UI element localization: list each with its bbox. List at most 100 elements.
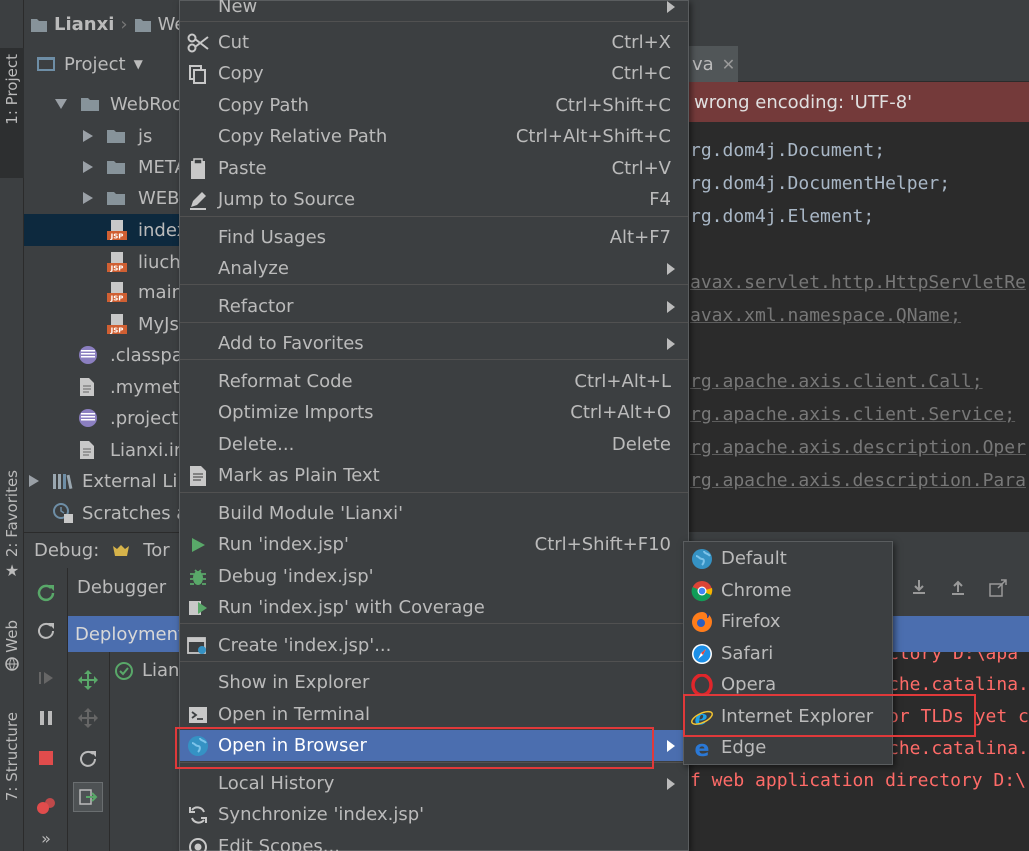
resume-icon[interactable] <box>32 664 60 692</box>
code-line: rg.apache.axis.client.Call; <box>690 371 983 392</box>
menu-item-reformat-code[interactable]: Reformat Code Ctrl+Alt+L <box>180 366 688 397</box>
menu-item-open-in-browser[interactable]: Open in Browser <box>180 730 688 761</box>
tree-item-jsp[interactable]: JSP main <box>24 276 184 308</box>
browser-item-safari[interactable]: Safari <box>684 638 892 669</box>
menu-item-run-index-jsp[interactable]: Run 'index.jsp' Ctrl+Shift+F10 <box>180 529 688 560</box>
project-tool-tab[interactable]: 1: Project <box>0 48 24 178</box>
structure-tool-tab[interactable]: 7: Structure <box>0 712 24 842</box>
project-view-selector[interactable]: Project ▼ <box>36 54 143 75</box>
tree-item-jsp[interactable]: JSP MyJs <box>24 308 184 340</box>
menu-item-label: New <box>218 0 258 17</box>
debugger-tab[interactable]: Debugger <box>68 568 184 606</box>
tree-item-label: WebRoo <box>110 93 183 115</box>
deployment-header[interactable]: Deployment <box>68 616 185 652</box>
browser-item-label: Default <box>721 548 787 569</box>
expand-arrow-right-icon[interactable] <box>28 474 40 488</box>
tree-item-eclipse[interactable]: .project <box>24 402 184 434</box>
scroll-to-end-icon[interactable] <box>910 578 928 596</box>
expand-arrow-right-icon[interactable] <box>82 160 94 174</box>
folder-icon <box>30 17 48 33</box>
menu-separator <box>180 661 688 662</box>
browser-item-chrome[interactable]: Chrome <box>684 575 892 606</box>
run-config-label[interactable]: Tor <box>143 540 169 561</box>
menu-item-create-index-jsp[interactable]: Create 'index.jsp'... <box>180 630 688 661</box>
menu-item-debug-index-jsp[interactable]: Debug 'index.jsp' <box>180 561 688 592</box>
jsp-file-icon: JSP <box>106 313 128 335</box>
menu-item-analyze[interactable]: Analyze <box>180 253 688 284</box>
debug-label: Debug: <box>34 540 100 561</box>
deploy-action-icon[interactable] <box>73 782 103 812</box>
menu-item-copy[interactable]: Copy Ctrl+C <box>180 58 688 89</box>
upload-icon[interactable] <box>949 578 967 596</box>
menu-item-find-usages[interactable]: Find Usages Alt+F7 <box>180 222 688 253</box>
close-icon[interactable]: ✕ <box>722 55 735 74</box>
context-menu: New Cut Ctrl+X Copy Ctrl+C Copy Path Ctrl+Shif… <box>179 0 689 851</box>
editor-tab-java[interactable]: va ✕ <box>688 46 738 82</box>
folder-icon <box>106 159 126 175</box>
menu-item-run-index-jsp-with-coverage[interactable]: Run 'index.jsp' with Coverage <box>180 592 688 623</box>
tree-item-eclipse[interactable]: .classpat <box>24 339 184 371</box>
tree-item-jsp[interactable]: JSP liuch <box>24 246 184 278</box>
folder-icon <box>80 96 100 112</box>
refresh-icon[interactable] <box>32 616 60 644</box>
create-config-icon <box>186 634 210 658</box>
debug-tool-bar: Debug: Tor <box>24 532 184 568</box>
expand-arrow-right-icon[interactable] <box>82 191 94 205</box>
browser-item-default[interactable]: Default <box>684 543 892 574</box>
redeploy-icon[interactable] <box>74 744 102 772</box>
library-icon <box>52 472 74 490</box>
pause-icon[interactable] <box>32 704 60 732</box>
tree-item-jsp[interactable]: JSP index <box>24 214 184 246</box>
browser-item-opera[interactable]: Opera <box>684 669 892 700</box>
menu-item-delete[interactable]: Delete... Delete <box>180 429 688 460</box>
menu-item-mark-as-plain-text[interactable]: Mark as Plain Text <box>180 460 688 491</box>
menu-item-synchronize-index-jsp[interactable]: Synchronize 'index.jsp' <box>180 799 688 830</box>
menu-item-shortcut: Ctrl+Shift+F10 <box>534 534 671 555</box>
breakpoints-icon[interactable] <box>32 792 60 820</box>
web-tool-tab[interactable]: Web <box>0 620 24 690</box>
menu-item-build-module-lianxi[interactable]: Build Module 'Lianxi' <box>180 498 688 529</box>
breadcrumb-project[interactable]: Lianxi <box>30 14 114 35</box>
tree-item-file[interactable]: Lianxi.im <box>24 434 184 466</box>
menu-item-show-in-explorer[interactable]: Show in Explorer <box>180 667 688 698</box>
menu-item-local-history[interactable]: Local History <box>180 768 688 799</box>
browser-item-edge[interactable]: e Edge <box>684 732 892 763</box>
deployment-toolbar <box>68 652 110 851</box>
menu-item-copy-relative-path[interactable]: Copy Relative Path Ctrl+Alt+Shift+C <box>180 121 688 152</box>
deploy-move-icon[interactable] <box>74 666 102 694</box>
rerun-icon[interactable] <box>32 578 60 606</box>
expand-arrow-right-icon[interactable] <box>82 129 94 143</box>
code-line: avax.servlet.http.HttpServletRe <box>690 272 1026 293</box>
tree-item-folder[interactable]: META <box>24 151 184 183</box>
tree-item-folder[interactable]: WEB- <box>24 182 184 214</box>
menu-item-optimize-imports[interactable]: Optimize Imports Ctrl+Alt+O <box>180 397 688 428</box>
more-tools-icon[interactable]: » <box>32 824 60 851</box>
favorites-tool-tab[interactable]: 2: Favorites ★ <box>0 470 24 600</box>
menu-item-cut[interactable]: Cut Ctrl+X <box>180 27 688 58</box>
submenu-arrow-icon <box>666 777 676 791</box>
menu-item-jump-to-source[interactable]: Jump to Source F4 <box>180 184 688 215</box>
menu-item-paste[interactable]: Paste Ctrl+V <box>180 153 688 184</box>
undeploy-icon[interactable] <box>74 704 102 732</box>
menu-item-edit-scopes[interactable]: Edit Scopes... <box>180 831 688 851</box>
menu-item-open-in-terminal[interactable]: Open in Terminal <box>180 699 688 730</box>
menu-item-new[interactable]: New <box>180 0 688 22</box>
code-editor[interactable]: rg.dom4j.Document; rg.dom4j.DocumentHelpe… <box>688 122 1029 532</box>
browser-item-firefox[interactable]: Firefox <box>684 606 892 637</box>
export-icon[interactable] <box>988 578 1008 598</box>
expand-arrow-down-icon[interactable] <box>54 98 68 110</box>
menu-item-copy-path[interactable]: Copy Path Ctrl+Shift+C <box>180 90 688 121</box>
menu-item-shortcut: F4 <box>649 189 671 210</box>
menu-item-add-to-favorites[interactable]: Add to Favorites <box>180 328 688 359</box>
tree-item-scratch[interactable]: Scratches a <box>24 497 184 529</box>
tree-item-folder[interactable]: js <box>24 120 184 152</box>
menu-item-refactor[interactable]: Refactor <box>180 291 688 322</box>
browser-item-internet-explorer[interactable]: e Internet Explorer <box>684 701 892 732</box>
tree-item-folder[interactable]: WebRoo <box>24 88 184 120</box>
console-header-selection <box>893 616 1029 652</box>
tree-item-file[interactable]: .mymeta <box>24 371 184 403</box>
tree-item-library[interactable]: External Lib <box>24 465 184 497</box>
stop-icon[interactable] <box>32 744 60 772</box>
deployment-item[interactable]: Lian <box>114 660 179 681</box>
menu-item-shortcut: Ctrl+C <box>611 63 671 84</box>
